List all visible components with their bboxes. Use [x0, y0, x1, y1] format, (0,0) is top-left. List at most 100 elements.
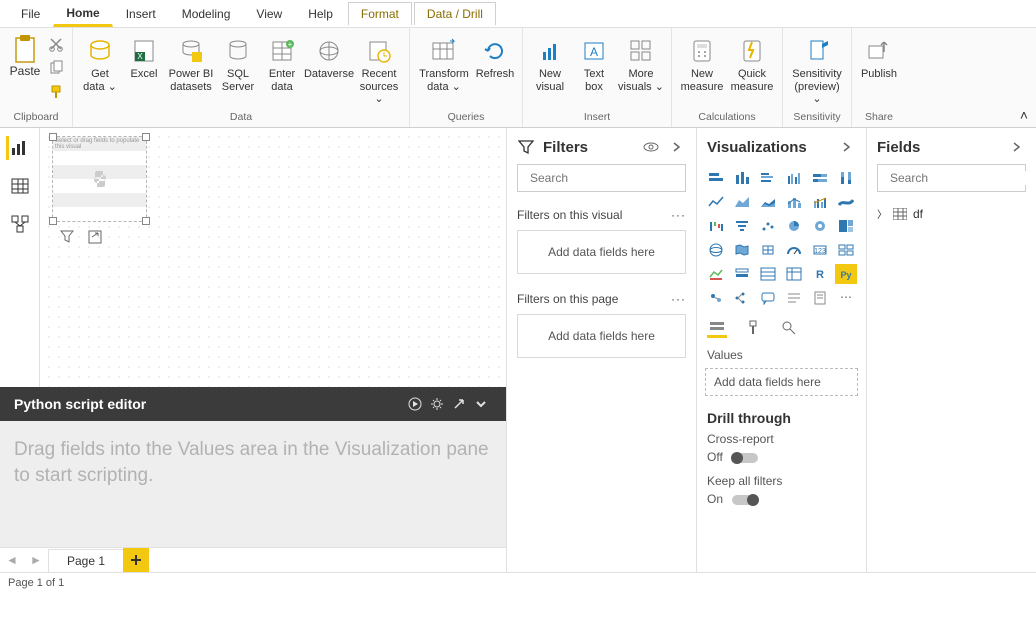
vg-donut-icon[interactable]: [809, 216, 831, 236]
menu-datadrill[interactable]: Data / Drill: [414, 2, 496, 25]
menu-insert[interactable]: Insert: [113, 2, 169, 26]
enter-data-button[interactable]: +Enter data: [261, 34, 303, 96]
page-tab-1[interactable]: Page 1: [48, 549, 124, 572]
collapse-editor-icon[interactable]: [470, 393, 492, 415]
refresh-button[interactable]: Refresh: [474, 34, 516, 96]
vg-stacked-area-icon[interactable]: [757, 192, 779, 212]
vg-multi-card-icon[interactable]: [835, 240, 857, 260]
more-visuals-button[interactable]: More visuals ⌄: [617, 34, 665, 96]
sql-server-button[interactable]: SQL Server: [217, 34, 259, 96]
menu-view[interactable]: View: [243, 2, 295, 26]
show-filters-icon[interactable]: [642, 138, 660, 156]
vg-area-icon[interactable]: [731, 192, 753, 212]
resize-handle[interactable]: [49, 133, 57, 141]
recent-sources-button[interactable]: Recent sources ⌄: [355, 34, 403, 108]
get-data-button[interactable]: Get data ⌄: [79, 34, 121, 96]
collapse-filters-icon[interactable]: [668, 138, 686, 156]
collapse-ribbon-icon[interactable]: ˄: [1020, 107, 1028, 123]
vg-scatter-icon[interactable]: [757, 216, 779, 236]
field-table-df[interactable]: 〉 df: [867, 202, 1036, 225]
vis-tab-fields-icon[interactable]: [707, 318, 727, 338]
paste-button[interactable]: Paste: [6, 34, 44, 78]
data-view-icon[interactable]: [6, 174, 34, 198]
vg-filled-map-icon[interactable]: [731, 240, 753, 260]
vg-narrative-icon[interactable]: [783, 288, 805, 308]
vg-decomposition-icon[interactable]: [731, 288, 753, 308]
vg-kpi-icon[interactable]: [705, 264, 727, 284]
add-page-button[interactable]: [123, 548, 149, 572]
publish-button[interactable]: Publish: [858, 34, 900, 96]
page-prev-icon[interactable]: ◄: [0, 553, 24, 567]
vg-100-column-icon[interactable]: [835, 168, 857, 188]
vg-key-influencers-icon[interactable]: [705, 288, 727, 308]
quick-measure-button[interactable]: Quick measure: [728, 34, 776, 96]
cross-report-toggle[interactable]: [732, 453, 758, 463]
vg-get-more-icon[interactable]: ⋯: [835, 288, 857, 308]
popout-icon[interactable]: [448, 393, 470, 415]
vg-matrix-icon[interactable]: [783, 264, 805, 284]
filters-visual-dropzone[interactable]: Add data fields here: [517, 230, 686, 274]
vg-line-clustered-icon[interactable]: [809, 192, 831, 212]
vg-python-icon[interactable]: Py: [835, 264, 857, 284]
transform-data-button[interactable]: Transform data ⌄: [416, 34, 472, 96]
vg-line-column-icon[interactable]: [783, 192, 805, 212]
vg-clustered-bar-icon[interactable]: [757, 168, 779, 188]
vg-line-icon[interactable]: [705, 192, 727, 212]
vg-paginated-icon[interactable]: [809, 288, 831, 308]
cut-button[interactable]: [46, 34, 66, 54]
vg-stacked-column-icon[interactable]: [731, 168, 753, 188]
filters-visual-more-icon[interactable]: ···: [671, 208, 686, 222]
visual-filter-icon[interactable]: [58, 228, 76, 246]
fields-search-input[interactable]: [890, 171, 1036, 185]
filters-page-dropzone[interactable]: Add data fields here: [517, 314, 686, 358]
pbi-datasets-button[interactable]: Power BI datasets: [167, 34, 215, 96]
menu-home[interactable]: Home: [53, 1, 112, 27]
resize-handle[interactable]: [142, 133, 150, 141]
vg-funnel-icon[interactable]: [731, 216, 753, 236]
vg-ribbon-icon[interactable]: [835, 192, 857, 212]
menu-modeling[interactable]: Modeling: [169, 2, 244, 26]
fields-search[interactable]: [877, 164, 1026, 192]
vg-waterfall-icon[interactable]: [705, 216, 727, 236]
page-next-icon[interactable]: ►: [24, 553, 48, 567]
vg-treemap-icon[interactable]: [835, 216, 857, 236]
vg-gauge-icon[interactable]: [783, 240, 805, 260]
model-view-icon[interactable]: [6, 212, 34, 236]
report-view-icon[interactable]: [6, 136, 34, 160]
new-measure-button[interactable]: New measure: [678, 34, 726, 96]
vg-slicer-icon[interactable]: [731, 264, 753, 284]
copy-button[interactable]: [46, 58, 66, 78]
vg-clustered-column-icon[interactable]: [783, 168, 805, 188]
python-visual-placeholder[interactable]: Select or drag fields to populate this v…: [52, 136, 147, 222]
text-box-button[interactable]: AText box: [573, 34, 615, 96]
resize-handle[interactable]: [142, 217, 150, 225]
vg-qa-icon[interactable]: [757, 288, 779, 308]
vis-tab-format-icon[interactable]: [743, 318, 763, 338]
vis-tab-analytics-icon[interactable]: [779, 318, 799, 338]
script-options-icon[interactable]: [426, 393, 448, 415]
dataverse-button[interactable]: Dataverse: [305, 34, 353, 96]
menu-format[interactable]: Format: [348, 2, 412, 25]
sensitivity-button[interactable]: Sensitivity (preview) ⌄: [789, 34, 845, 108]
vg-r-icon[interactable]: R: [809, 264, 831, 284]
new-visual-button[interactable]: New visual: [529, 34, 571, 96]
values-dropzone[interactable]: Add data fields here: [705, 368, 858, 396]
vg-table-icon[interactable]: [757, 264, 779, 284]
filters-search-input[interactable]: [530, 171, 685, 185]
keep-filters-toggle[interactable]: [732, 495, 758, 505]
filters-search[interactable]: [517, 164, 686, 192]
excel-button[interactable]: XExcel: [123, 34, 165, 96]
collapse-vis-icon[interactable]: [838, 138, 856, 156]
report-canvas[interactable]: Select or drag fields to populate this v…: [40, 128, 506, 387]
vg-shape-map-icon[interactable]: [757, 240, 779, 260]
vg-stacked-bar-icon[interactable]: [705, 168, 727, 188]
resize-handle[interactable]: [49, 217, 57, 225]
vg-pie-icon[interactable]: [783, 216, 805, 236]
run-script-icon[interactable]: [404, 393, 426, 415]
visual-focus-icon[interactable]: [86, 228, 104, 246]
menu-help[interactable]: Help: [295, 2, 346, 26]
collapse-fields-icon[interactable]: [1008, 138, 1026, 156]
vg-map-icon[interactable]: [705, 240, 727, 260]
format-painter-button[interactable]: [46, 82, 66, 102]
expand-icon[interactable]: 〉: [877, 206, 887, 221]
